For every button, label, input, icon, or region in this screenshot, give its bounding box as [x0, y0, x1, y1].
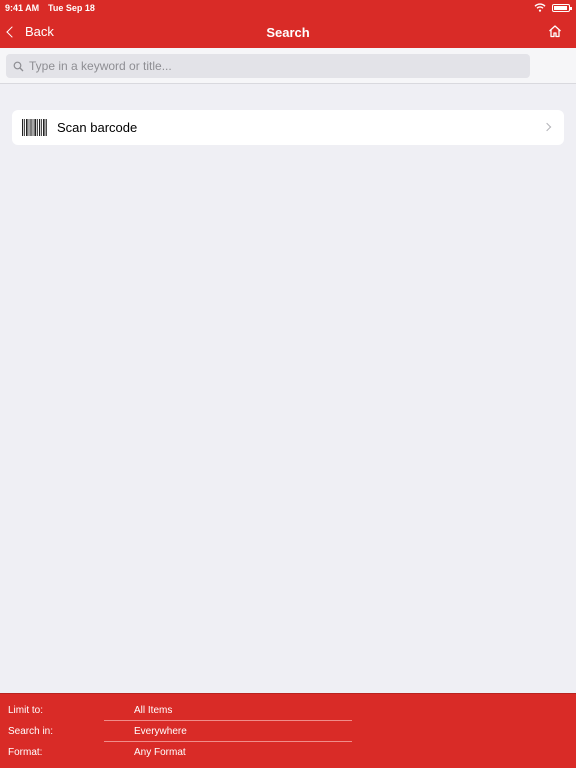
wifi-icon [534, 3, 546, 12]
search-in-selector[interactable]: Everywhere [104, 721, 352, 742]
filter-label: Format: [8, 747, 43, 758]
format-selector[interactable]: Any Format [104, 742, 352, 763]
search-bar [0, 48, 576, 84]
status-bar: 9:41 AM Tue Sep 18 [0, 0, 576, 16]
filter-row-search-in: Search in: Everywhere [0, 721, 576, 742]
nav-bar: Back Search [0, 16, 576, 48]
page-title: Search [266, 25, 310, 40]
home-icon[interactable] [548, 24, 562, 38]
limit-to-selector[interactable]: All Items [104, 700, 352, 721]
disclosure-chevron-icon [542, 122, 552, 132]
search-icon [13, 61, 24, 71]
filter-row-format: Format: Any Format [0, 742, 576, 763]
barcode-icon [22, 119, 47, 136]
filter-panel: Limit to: All Items Search in: Everywher… [0, 693, 576, 768]
filter-label: Search in: [8, 726, 54, 737]
scan-barcode-label: Scan barcode [57, 120, 138, 135]
search-field[interactable] [6, 54, 530, 78]
scan-barcode-row[interactable]: Scan barcode [12, 110, 564, 145]
search-input[interactable] [29, 59, 519, 73]
filter-label: Limit to: [8, 705, 44, 716]
battery-icon [552, 4, 572, 12]
status-time: 9:41 AM [5, 3, 40, 13]
filter-row-limit: Limit to: All Items [0, 700, 576, 721]
status-date: Tue Sep 18 [48, 3, 95, 13]
top-bar: 9:41 AM Tue Sep 18 Back Search [0, 0, 576, 48]
